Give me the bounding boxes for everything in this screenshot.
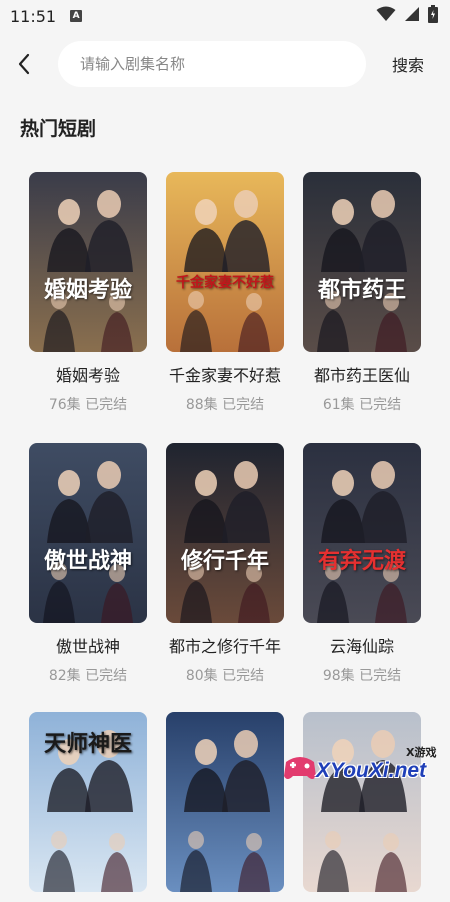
search-bar[interactable] (58, 41, 366, 87)
drama-episode-status: 76集 已完结 (48, 397, 128, 413)
drama-title: 千金家妻不好惹 (168, 366, 281, 385)
poster-title: 修行千年 (180, 548, 269, 574)
drama-card[interactable]: 傲世战神 傲世战神 82集 已完结 (29, 443, 147, 685)
drama-title: 都市之修行千年 (168, 637, 281, 656)
cellular-signal-icon (404, 6, 420, 26)
watermark-tag: X游戏 (406, 746, 437, 759)
drama-episode-status: 61集 已完结 (322, 397, 402, 413)
poster-title: 都市药王 (317, 277, 406, 303)
poster-figures (180, 461, 270, 623)
drama-poster[interactable]: 千金家妻不好惹 (166, 172, 284, 352)
drama-card[interactable]: 有弃无渡云海仙踪 98集 已完结 (303, 443, 421, 685)
poster-figures (180, 730, 270, 892)
drama-episode-status: 98集 已完结 (322, 668, 402, 684)
drama-episode-status: 82集 已完结 (48, 668, 128, 684)
drama-card[interactable]: 天师神医 (29, 712, 147, 902)
back-button[interactable] (10, 50, 38, 78)
battery-icon (428, 5, 438, 27)
poster-title: 有弃无渡 (317, 548, 406, 574)
poster-title: 千金家妻不好惹 (176, 275, 274, 291)
drama-poster[interactable] (166, 712, 284, 892)
drama-card[interactable]: 千金家妻不好惹 千金家妻不好惹 88集 已完结 (166, 172, 284, 414)
watermark: XYouXi.net X游戏 (278, 738, 450, 800)
poster-figures (317, 461, 407, 623)
search-button[interactable]: 搜索 (392, 52, 424, 76)
section-title: 热门短剧 (20, 118, 97, 140)
poster-figures (317, 190, 407, 352)
wifi-icon (376, 6, 396, 26)
drama-poster[interactable]: 天师神医 (29, 712, 147, 892)
chevron-left-icon (18, 53, 30, 75)
drama-card[interactable] (166, 712, 284, 902)
watermark-brand: XYouXi.net (316, 759, 427, 782)
drama-card[interactable]: 都市药王都市药王医仙 61集 已完结 (303, 172, 421, 414)
poster-figures (180, 190, 270, 352)
drama-card[interactable]: 修行千年都市之修行千年 80集 已完结 (166, 443, 284, 685)
status-time: 11:51 (10, 6, 57, 26)
drama-title: 都市药王医仙 (313, 366, 410, 385)
search-input[interactable] (78, 54, 342, 74)
status-bar: 11:51 A (0, 0, 450, 32)
poster-figures (43, 461, 133, 623)
drama-poster[interactable]: 婚姻考验 (29, 172, 147, 352)
poster-title: 天师神医 (43, 731, 132, 757)
gamepad-logo-icon (284, 757, 316, 779)
drama-poster[interactable]: 修行千年 (166, 443, 284, 623)
drama-poster[interactable]: 傲世战神 (29, 443, 147, 623)
search-header: 搜索 (0, 38, 450, 90)
drama-poster[interactable]: 都市药王 (303, 172, 421, 352)
poster-title: 婚姻考验 (43, 277, 132, 303)
drama-card[interactable]: 婚姻考验 婚姻考验 76集 已完结 (29, 172, 147, 414)
drama-title: 婚姻考验 (55, 366, 120, 385)
drama-poster[interactable]: 有弃无渡 (303, 443, 421, 623)
drama-title: 云海仙踪 (329, 637, 394, 656)
notification-a-icon: A (70, 10, 83, 22)
drama-episode-status: 88集 已完结 (185, 397, 265, 413)
poster-title: 傲世战神 (43, 548, 132, 574)
drama-episode-status: 80集 已完结 (185, 668, 265, 684)
drama-title: 傲世战神 (55, 637, 120, 656)
poster-figures (43, 190, 133, 352)
